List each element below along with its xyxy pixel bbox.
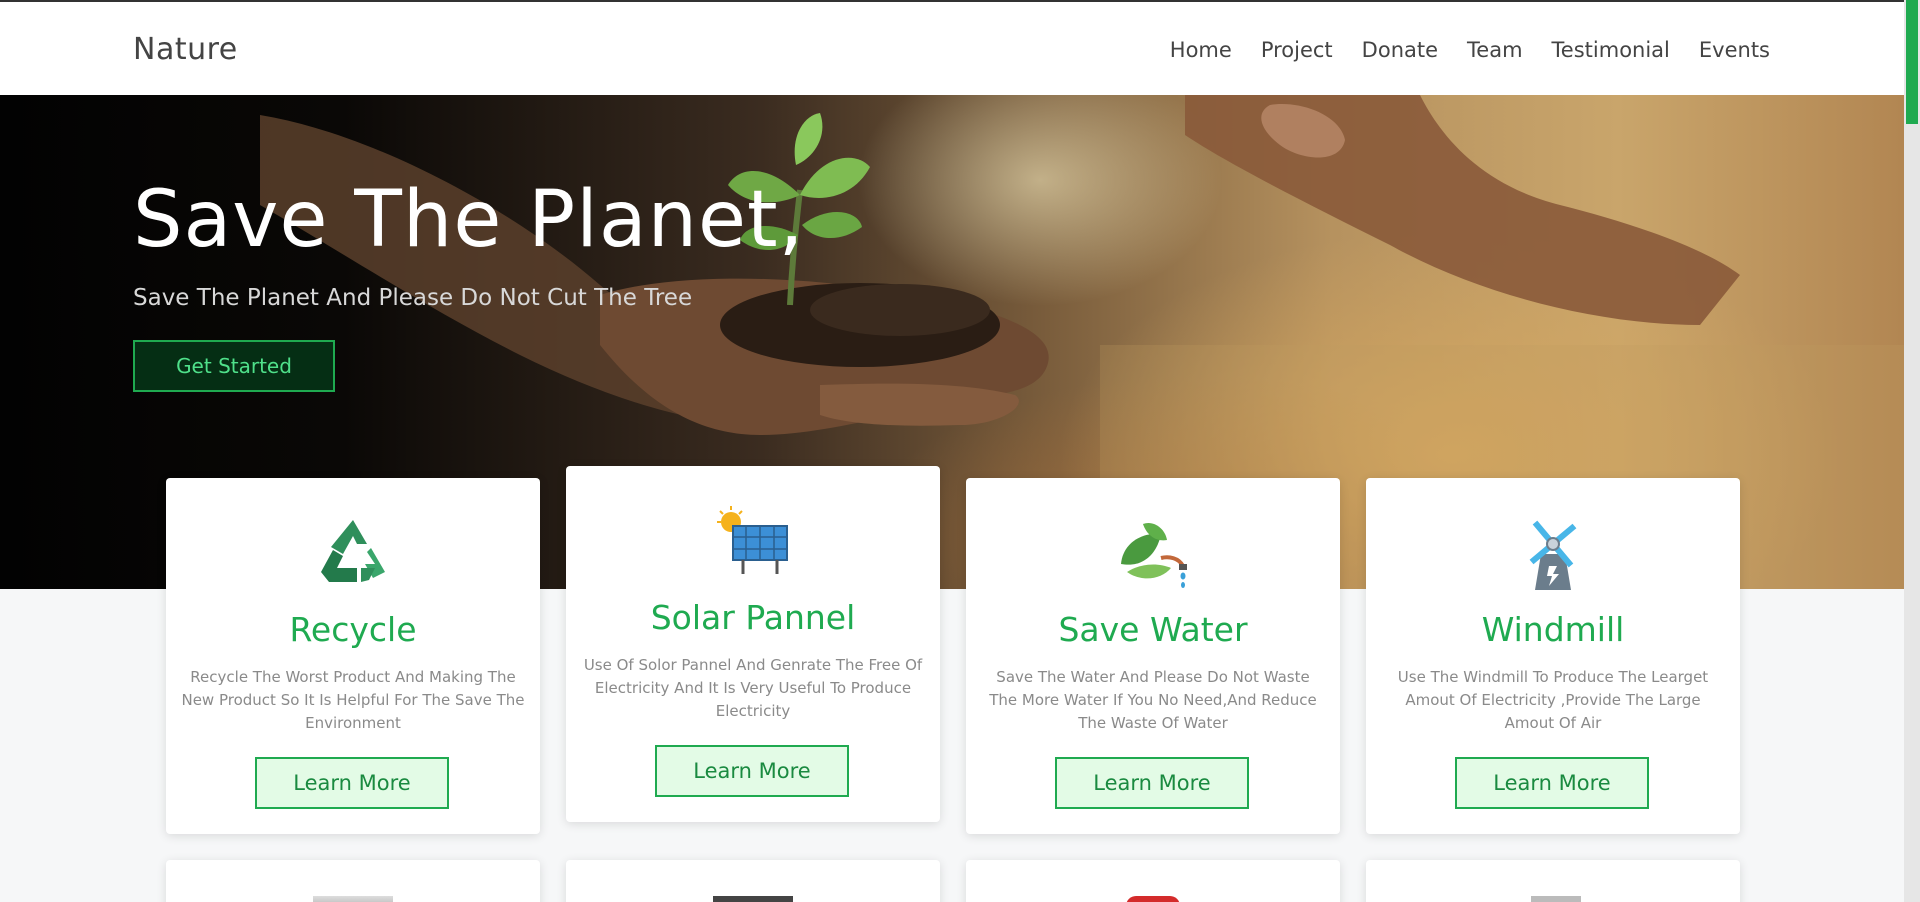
card-title: Solar Pannel [650, 598, 856, 637]
card-title: Recycle [289, 610, 417, 649]
nav-item-donate[interactable]: Donate [1362, 38, 1438, 62]
feature-card-row2-2 [566, 860, 940, 902]
hero-title: Save The Planet, [133, 175, 805, 265]
page-scrollbar[interactable] [1904, 0, 1920, 902]
recycle-icon [321, 520, 385, 582]
nav-item-testimonial[interactable]: Testimonial [1552, 38, 1670, 62]
learn-more-button[interactable]: Learn More [1455, 757, 1649, 809]
hero-subtitle: Save The Planet And Please Do Not Cut Th… [133, 285, 693, 311]
feature-card-windmill: Windmill Use The Windmill To Produce The… [1366, 478, 1740, 834]
card-icon [1531, 896, 1581, 902]
card-description: Save The Water And Please Do Not Waste T… [989, 668, 1317, 732]
card-title: Windmill [1481, 610, 1625, 649]
nav-item-home[interactable]: Home [1170, 38, 1232, 62]
solar-panel-icon [717, 506, 788, 574]
card-description: Use The Windmill To Produce The Learget … [1397, 668, 1709, 732]
card-description: Recycle The Worst Product And Making The… [181, 668, 525, 732]
windmill-icon [1529, 520, 1577, 590]
save-water-icon [1121, 522, 1187, 588]
card-title: Save Water [1058, 610, 1248, 649]
feature-card-row2-1 [166, 860, 540, 902]
nav-item-team[interactable]: Team [1467, 38, 1523, 62]
feature-card-save-water: Save Water Save The Water And Please Do … [966, 478, 1340, 834]
brand-logo[interactable]: Nature [133, 32, 238, 67]
learn-more-button[interactable]: Learn More [655, 745, 849, 797]
nav-item-events[interactable]: Events [1699, 38, 1770, 62]
navbar: Nature Home Project Donate Team Testimon… [0, 0, 1904, 95]
learn-more-button[interactable]: Learn More [1055, 757, 1249, 809]
main-nav: Home Project Donate Team Testimonial Eve… [1170, 38, 1770, 62]
feature-card-recycle: Recycle Recycle The Worst Product And Ma… [166, 478, 540, 834]
get-started-button[interactable]: Get Started [133, 340, 335, 392]
card-icon [1126, 896, 1180, 902]
card-icon [313, 896, 393, 902]
learn-more-button[interactable]: Learn More [255, 757, 449, 809]
card-icon [713, 896, 793, 902]
feature-card-row2-4 [1366, 860, 1740, 902]
feature-card-solar-panel: Solar Pannel Use Of Solor Pannel And Gen… [566, 466, 940, 822]
feature-card-row2-3 [966, 860, 1340, 902]
card-description: Use Of Solor Pannel And Genrate The Free… [583, 656, 923, 720]
scrollbar-thumb[interactable] [1906, 0, 1918, 124]
nav-item-project[interactable]: Project [1261, 38, 1333, 62]
